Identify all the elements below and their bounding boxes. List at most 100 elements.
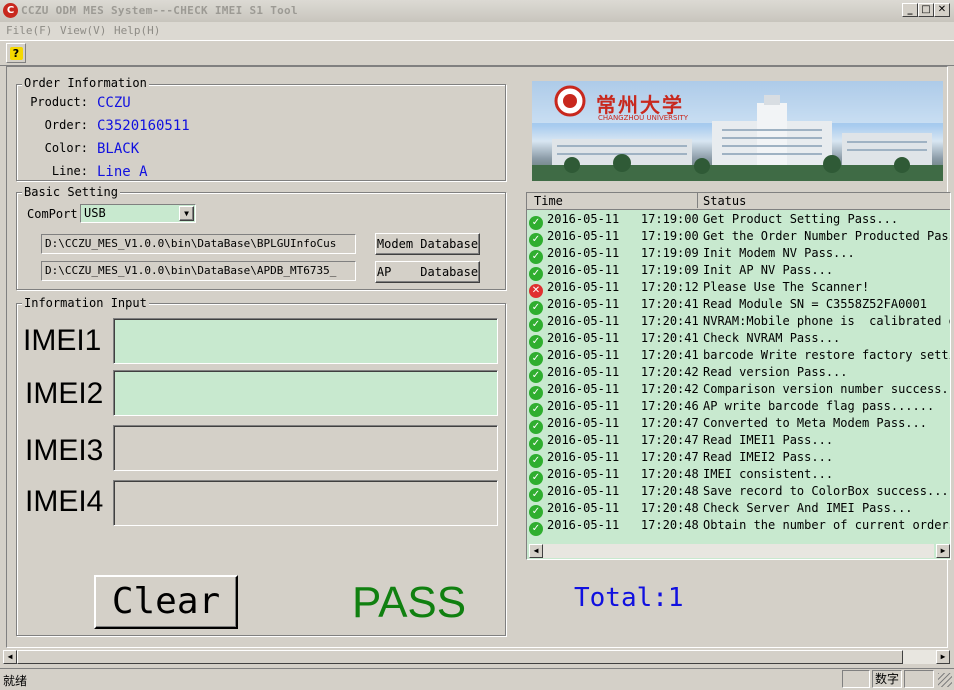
log-time: 2016-05-11 17:20:41 [547,297,699,311]
log-status: Please Use The Scanner! [703,280,870,294]
log-header-time-cell[interactable]: Time [527,193,698,208]
log-status: Check NVRAM Pass... [703,331,841,345]
log-scrollbar-track[interactable] [543,544,934,558]
menu-file[interactable]: File(F) [6,24,52,37]
log-header-time: Time [534,194,563,208]
imei4-label: IMEI4 [25,485,104,518]
log-time: 2016-05-11 17:20:12 [547,280,699,294]
log-row[interactable]: ✓ 2016-05-11 17:20:41 Check NVRAM Pass... [529,330,950,349]
comport-select[interactable]: USB ▼ [80,204,196,223]
imei3-label: IMEI3 [25,434,104,467]
log-row[interactable]: ✕ 2016-05-11 17:20:12 Please Use The Scann… [529,279,950,298]
scroll-right-button[interactable]: ▶ [936,544,950,558]
clear-button[interactable]: Clear [94,575,238,629]
product-value: CCZU [97,95,131,111]
result-pass: PASS [352,578,467,627]
log-row[interactable]: ✓ 2016-05-11 17:20:48 Save record to Color… [529,483,950,502]
toolbar: ? [0,40,954,66]
help-button[interactable]: ? [6,43,26,63]
imei2-label: IMEI2 [25,377,104,410]
log-row[interactable]: ✓ 2016-05-11 17:20:47 Read IMEI2 Pass... [529,449,950,468]
information-input-legend: Information Input [22,296,149,310]
log-row[interactable]: ✓ 2016-05-11 17:20:48 Check Server And IME… [529,500,950,519]
log-row[interactable]: ✓ 2016-05-11 17:20:47 Converted to Meta Mo… [529,415,950,434]
log-time: 2016-05-11 17:20:42 [547,382,699,396]
help-icon: ? [9,47,23,60]
log-status: Read version Pass... [703,365,848,379]
log-row[interactable]: ✓ 2016-05-11 17:20:47 Read IMEI1 Pass... [529,432,950,451]
log-row[interactable]: ✓ 2016-05-11 17:19:09 Init AP NV Pass... [529,262,950,281]
chevron-down-icon[interactable]: ▼ [179,206,194,221]
ap-db-path[interactable]: D:\CCZU_MES_V1.0.0\bin\DataBase\APDB_MT6… [41,261,356,281]
log-status: Read Module SN = C3558Z52FA0001 [703,297,927,311]
log-row[interactable]: ✓ 2016-05-11 17:20:41 Read Module SN = C35… [529,296,950,315]
log-header: Time Status [527,193,950,210]
log-status: Get the Order Number Producted Pass [703,229,951,243]
color-label: Color: [44,141,88,155]
log-row[interactable]: ✓ 2016-05-11 17:20:42 Read version Pass... [529,364,950,383]
comport-value: USB [84,206,106,220]
log-status: NVRAM:Mobile phone is calibrated o. [703,314,951,328]
log-time: 2016-05-11 17:20:47 [547,450,699,464]
log-status: IMEI consistent... [703,467,834,481]
status-pane-empty [842,670,870,688]
modem-database-button[interactable]: Modem Database [375,233,480,255]
log-status: AP write barcode flag pass...... [703,399,935,413]
maximize-button[interactable]: □ [918,3,934,17]
imei3-field[interactable] [113,425,498,471]
basic-setting-legend: Basic Setting [22,185,120,199]
order-info-group [16,84,506,181]
log-row[interactable]: ✓ 2016-05-11 17:19:09 Init Modem NV Pass..… [529,245,950,264]
log-list[interactable]: Time Status ✓ 2016-05-11 17:19:00 Get Prod… [526,192,951,560]
app-icon: C [3,3,18,18]
log-time: 2016-05-11 17:20:42 [547,365,699,379]
comport-label: ComPort [27,207,78,221]
log-status: barcode Write restore factory setti. [703,348,951,362]
log-status: Converted to Meta Modem Pass... [703,416,927,430]
imei1-field[interactable] [113,318,498,364]
resize-grip-icon[interactable] [938,673,952,687]
scroll-left-button[interactable]: ◀ [529,544,543,558]
log-time: 2016-05-11 17:20:41 [547,314,699,328]
menu-view[interactable]: View(V) [60,24,106,37]
log-row[interactable]: ✓ 2016-05-11 17:20:46 AP write barcode fla… [529,398,950,417]
log-row[interactable]: ✓ 2016-05-11 17:20:42 Comparison version n… [529,381,951,400]
minimize-button[interactable]: _ [902,3,918,17]
imei4-field[interactable] [113,480,498,526]
modem-db-path[interactable]: D:\CCZU_MES_V1.0.0\bin\DataBase\BPLGUInf… [41,234,356,254]
log-status: Check Server And IMEI Pass... [703,501,913,515]
log-row[interactable]: ✓ 2016-05-11 17:20:41 NVRAM:Mobile phone i… [529,313,951,332]
log-status: Get Product Setting Pass... [703,212,899,226]
log-row[interactable]: ✓ 2016-05-11 17:20:48 Obtain the number of… [529,517,951,536]
menu-help[interactable]: Help(H) [114,24,160,37]
ap-database-button[interactable]: AP Database [375,261,480,283]
log-status: Obtain the number of current orders. [703,518,951,532]
order-value: C3520160511 [97,118,190,134]
imei2-field[interactable] [113,370,498,416]
check-icon: ✓ [529,522,543,536]
log-status: Comparison version number success... [703,382,951,396]
main-scroll-thumb[interactable] [17,650,903,664]
line-value: Line A [97,164,148,180]
main-scrollbar-track[interactable] [903,650,936,664]
title-bar: C CCZU ODM MES System---CHECK IMEI S1 To… [0,0,954,23]
log-time: 2016-05-11 17:19:00 [547,212,699,226]
main-scroll-left-button[interactable]: ◀ [3,650,17,664]
university-banner: 常州大学 CHANGZHOU UNIVERSITY [532,81,943,181]
log-row[interactable]: ✓ 2016-05-11 17:20:48 IMEI consistent... [529,466,950,485]
log-header-status[interactable]: Status [703,194,746,208]
main-scroll-right-button[interactable]: ▶ [936,650,950,664]
log-row[interactable]: ✓ 2016-05-11 17:19:00 Get the Order Number… [529,228,951,247]
close-button[interactable]: ✕ [934,3,950,17]
order-info-legend: Order Information [22,76,149,90]
log-time: 2016-05-11 17:20:46 [547,399,699,413]
line-label: Line: [51,164,88,178]
status-bar: 就绪 数字 [0,668,954,690]
log-status: Read IMEI1 Pass... [703,433,834,447]
log-row[interactable]: ✓ 2016-05-11 17:19:00 Get Product Setting … [529,211,950,230]
log-status: Init Modem NV Pass... [703,246,855,260]
log-row[interactable]: ✓ 2016-05-11 17:20:41 barcode Write restor… [529,347,951,366]
log-time: 2016-05-11 17:19:09 [547,246,699,260]
log-status: Save record to ColorBox success... [703,484,949,498]
log-time: 2016-05-11 17:20:48 [547,501,699,515]
